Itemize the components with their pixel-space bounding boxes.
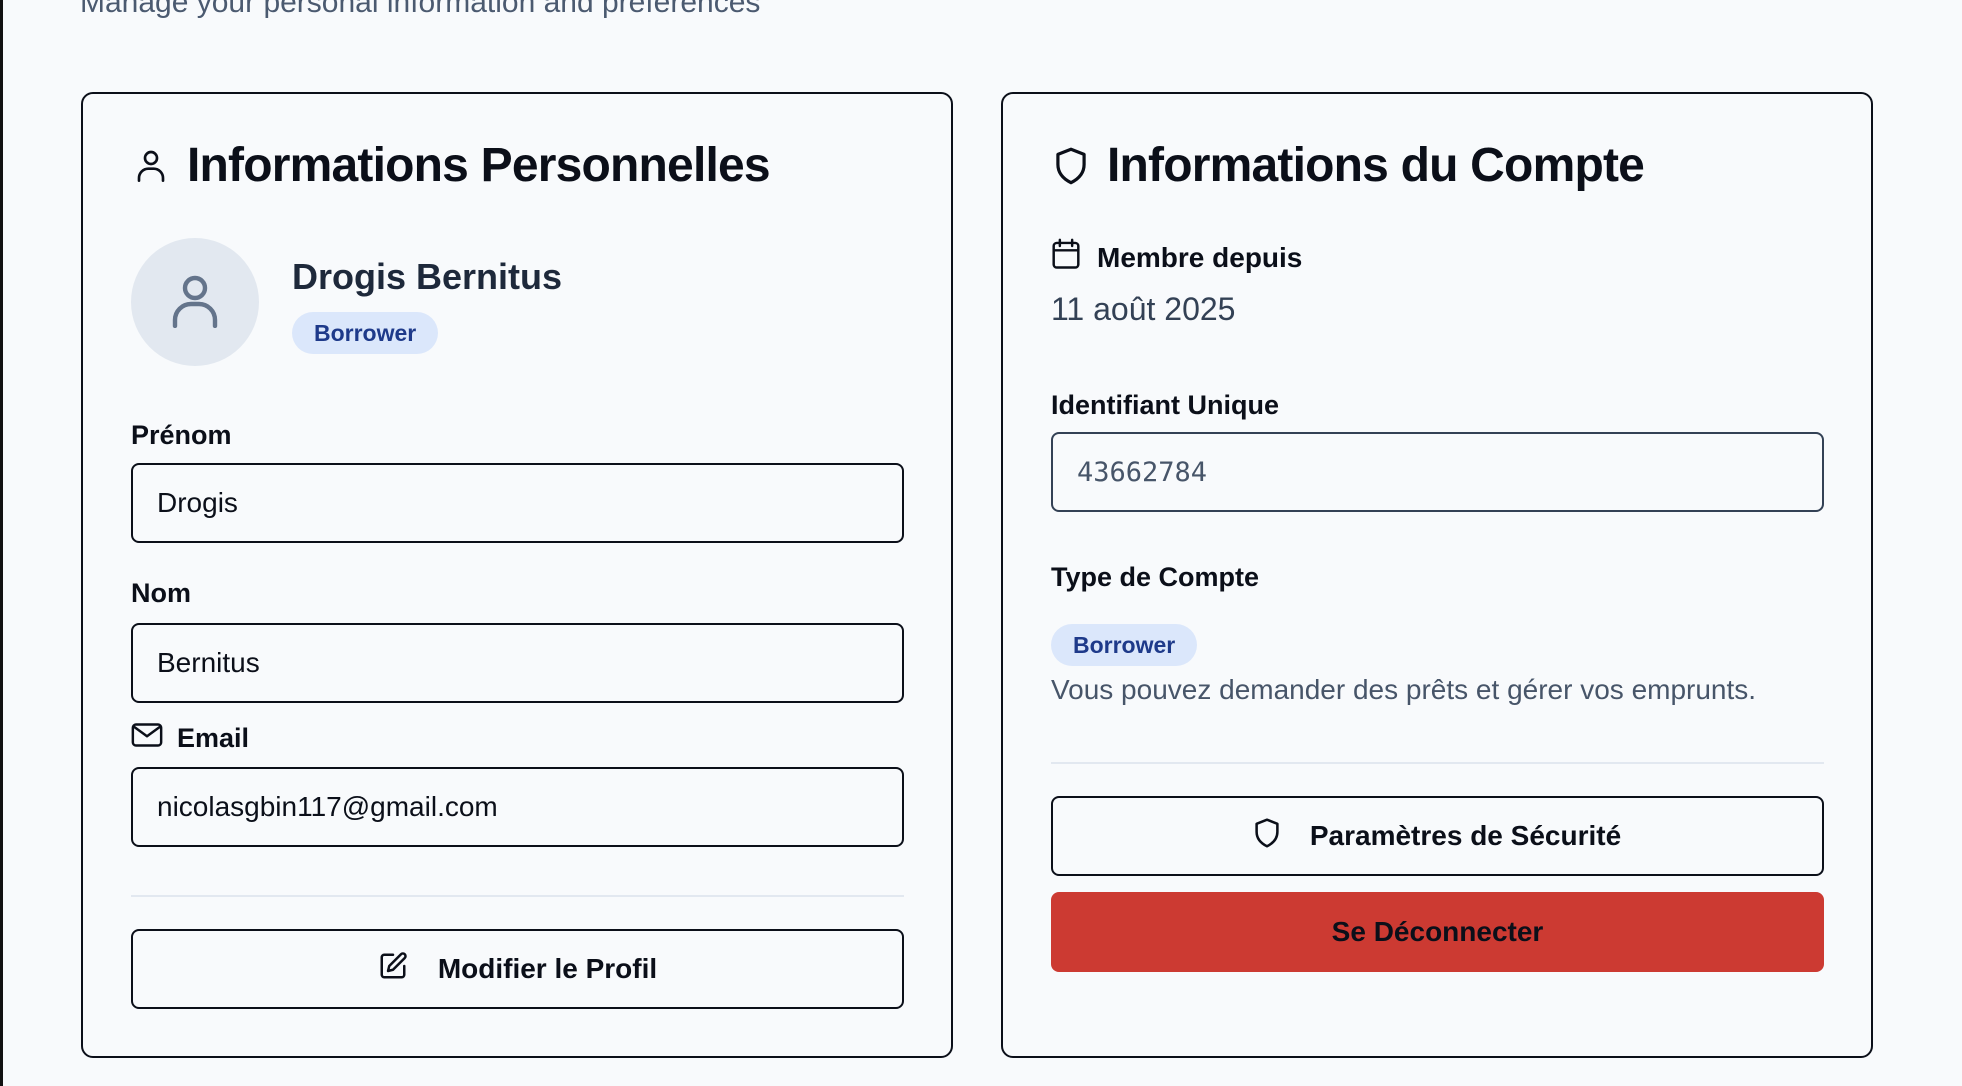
logout-button[interactable]: Se Déconnecter	[1051, 892, 1824, 972]
divider	[131, 895, 904, 897]
avatar-user-icon	[171, 272, 219, 333]
role-badge: Borrower	[292, 312, 439, 354]
member-since-label: Membre depuis	[1051, 238, 1302, 277]
edit-profile-button[interactable]: Modifier le Profil	[131, 929, 904, 1009]
email-label: Email	[131, 722, 249, 755]
email-value: nicolasgbin117@gmail.com	[157, 791, 498, 822]
security-settings-label: Paramètres de Sécurité	[1309, 820, 1622, 851]
unique-id-value: 43662784	[1077, 456, 1208, 488]
first-name-field[interactable]: Drogis	[131, 463, 904, 543]
account-type-label: Type de Compte	[1051, 562, 1260, 592]
shield-icon	[1051, 146, 1091, 186]
personal-info-header: Informations Personnelles	[131, 138, 771, 193]
page-subtitle: Manage your personal information and pre…	[80, 0, 761, 19]
first-name-value: Drogis	[157, 487, 238, 518]
unique-id-field[interactable]: 43662784	[1051, 432, 1824, 512]
account-info-card: Informations du Compte Membre depuis 11 …	[1001, 92, 1873, 1058]
mail-icon	[131, 722, 163, 755]
last-name-value: Bernitus	[157, 647, 260, 678]
edit-icon	[378, 951, 408, 988]
member-since-label-text: Membre depuis	[1097, 241, 1303, 273]
profile-name: Drogis Bernitus	[292, 256, 563, 297]
logout-label: Se Déconnecter	[1331, 916, 1544, 947]
unique-id-label: Identifiant Unique	[1051, 390, 1279, 420]
profile-page: Manage your personal information and pre…	[0, 0, 1962, 1086]
last-name-field[interactable]: Bernitus	[131, 623, 904, 703]
member-since-date: 11 août 2025	[1051, 291, 1236, 327]
divider	[1051, 762, 1824, 764]
email-field[interactable]: nicolasgbin117@gmail.com	[131, 767, 904, 847]
account-info-header: Informations du Compte	[1051, 138, 1645, 193]
edit-profile-label: Modifier le Profil	[437, 953, 658, 984]
personal-info-title: Informations Personnelles	[187, 139, 771, 192]
account-info-title: Informations du Compte	[1107, 139, 1645, 192]
personal-info-card: Informations Personnelles Drogis Bernitu…	[81, 92, 953, 1058]
email-label-text: Email	[177, 723, 250, 753]
avatar	[131, 238, 259, 366]
shield-icon	[1254, 817, 1280, 855]
last-name-label: Nom	[131, 578, 191, 608]
user-icon	[131, 146, 171, 186]
account-type-description: Vous pouvez demander des prêts et gérer …	[1051, 674, 1757, 705]
calendar-icon	[1051, 238, 1081, 277]
security-settings-button[interactable]: Paramètres de Sécurité	[1051, 796, 1824, 876]
first-name-label: Prénom	[131, 420, 232, 450]
account-type-badge: Borrower	[1051, 624, 1198, 666]
